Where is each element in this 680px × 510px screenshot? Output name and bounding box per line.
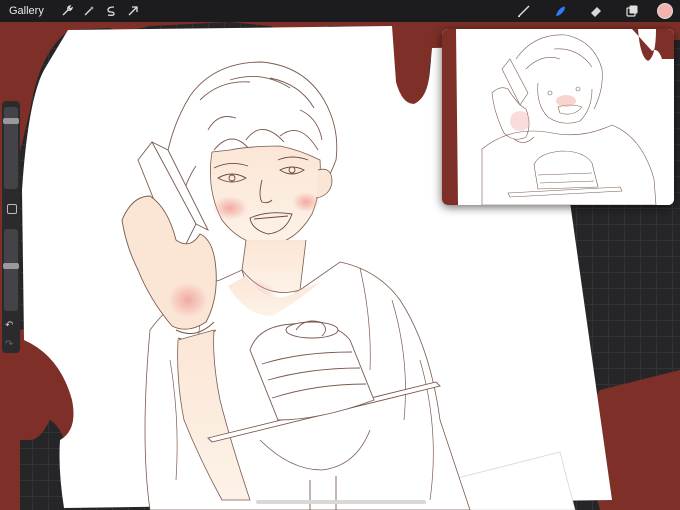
layers-icon[interactable] [621, 0, 643, 22]
brush-size-slider[interactable] [3, 107, 19, 189]
brush-icon[interactable] [513, 0, 535, 22]
transform-arrow-icon[interactable] [122, 0, 144, 22]
hand-blush [168, 282, 208, 318]
top-toolbar: Gallery [0, 0, 680, 22]
modify-button[interactable] [7, 204, 17, 214]
redo-icon[interactable]: ↷ [5, 339, 13, 350]
color-swatch[interactable] [657, 3, 673, 19]
wrench-icon[interactable] [56, 0, 78, 22]
opacity-handle[interactable] [3, 263, 19, 269]
eraser-icon[interactable] [585, 0, 607, 22]
magic-wand-icon[interactable] [78, 0, 100, 22]
reference-window[interactable] [442, 29, 674, 205]
selection-icon[interactable] [100, 0, 122, 22]
gallery-button[interactable]: Gallery [9, 5, 44, 17]
cheek-blush-right [292, 192, 320, 212]
home-indicator[interactable] [256, 500, 426, 504]
cheek-blush-left [212, 196, 248, 220]
reference-preview [442, 29, 674, 205]
opacity-slider[interactable] [3, 229, 19, 311]
smudge-icon[interactable] [549, 0, 571, 22]
right-tool-group [499, 0, 680, 22]
left-sidebar: ↶ ↷ [2, 101, 20, 353]
brush-size-handle[interactable] [3, 118, 19, 124]
undo-icon[interactable]: ↶ [5, 320, 13, 331]
